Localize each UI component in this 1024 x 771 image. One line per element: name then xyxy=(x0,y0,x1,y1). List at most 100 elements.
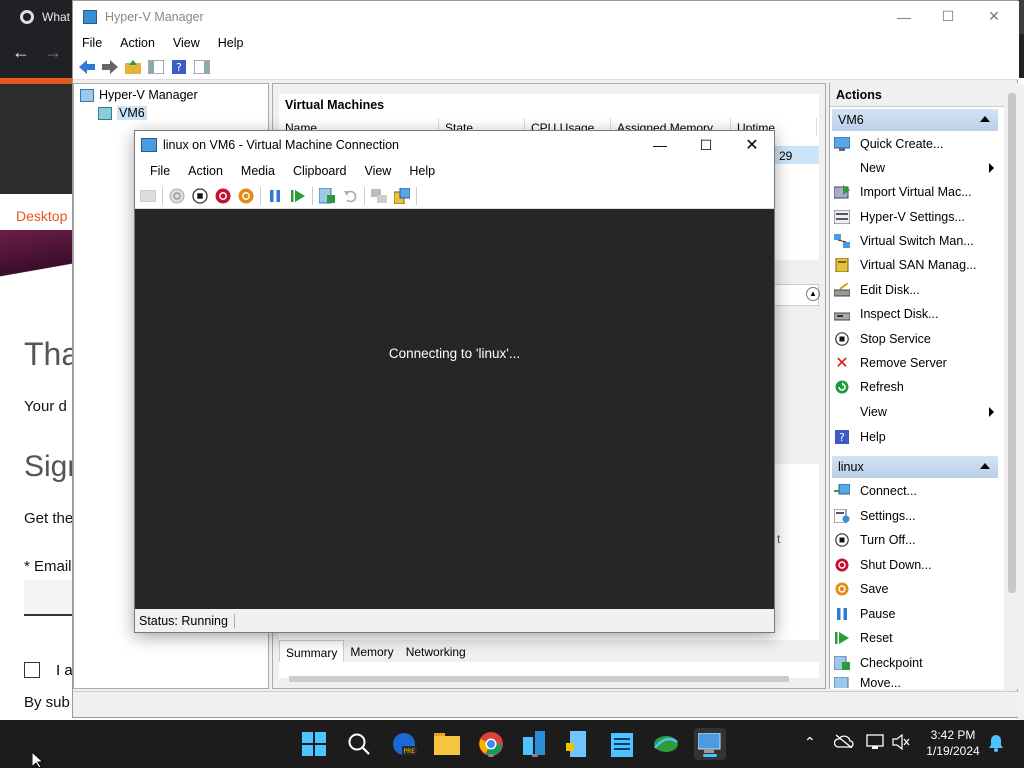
forward-arrow-icon[interactable]: → xyxy=(44,42,62,63)
action-label: Reset xyxy=(860,631,893,645)
share-icon[interactable] xyxy=(393,187,411,205)
details-scrollbar[interactable] xyxy=(289,676,789,682)
vmc-menu-help[interactable]: Help xyxy=(400,164,444,178)
vm-display[interactable]: Connecting to 'linux'... xyxy=(135,209,774,609)
vmc-menu-action[interactable]: Action xyxy=(179,164,232,178)
vmc-minimize-button[interactable]: — xyxy=(637,131,683,159)
notepad-button[interactable] xyxy=(606,728,638,760)
notification-bell-icon[interactable] xyxy=(988,734,1004,755)
actions-group-linux[interactable]: linux xyxy=(832,456,998,478)
action-inspect-disk[interactable]: Inspect Disk... xyxy=(834,303,1000,325)
action-label: Pause xyxy=(860,607,896,621)
action-new[interactable]: New xyxy=(834,157,1000,179)
app-server-manager-button[interactable] xyxy=(562,728,594,760)
checkpoint-icon[interactable] xyxy=(318,187,336,205)
save-icon[interactable] xyxy=(237,187,255,205)
hyperv-manager-button[interactable] xyxy=(694,728,726,760)
edge-beta-button[interactable]: PRE xyxy=(388,728,420,760)
network-monitor-icon[interactable] xyxy=(866,734,886,753)
browser-tab[interactable]: What xyxy=(0,0,72,34)
action-label: Edit Disk... xyxy=(860,283,920,297)
chrome-button[interactable] xyxy=(475,728,507,760)
vmc-close-button[interactable]: ✕ xyxy=(729,131,775,159)
action-checkpoint[interactable]: Checkpoint xyxy=(834,652,1000,674)
menu-action[interactable]: Action xyxy=(111,36,164,50)
details-tabs: Summary Memory Networking xyxy=(279,640,819,662)
shut-down-icon[interactable] xyxy=(214,187,232,205)
help-icon[interactable]: ? xyxy=(169,57,188,76)
action-stop-service[interactable]: Stop Service xyxy=(834,328,1000,350)
scroll-thumb[interactable] xyxy=(1008,93,1016,593)
action-save[interactable]: Save xyxy=(834,578,1000,600)
start-button[interactable] xyxy=(298,728,330,760)
back-arrow-icon[interactable]: ← xyxy=(12,42,30,63)
app-network-button[interactable] xyxy=(650,728,682,760)
forward-arrow-icon[interactable] xyxy=(100,57,119,76)
tab-summary[interactable]: Summary xyxy=(279,640,345,662)
volume-muted-icon[interactable] xyxy=(892,733,910,753)
action-label: Refresh xyxy=(860,380,904,394)
collapse-icon[interactable]: ▲ xyxy=(806,287,820,301)
vmc-menu-media[interactable]: Media xyxy=(232,164,284,178)
ctrl-alt-del-icon[interactable] xyxy=(139,187,157,205)
action-remove-server[interactable]: ✕ Remove Server xyxy=(834,352,1000,374)
start-icon[interactable] xyxy=(168,187,186,205)
maximize-button[interactable]: ☐ xyxy=(925,1,971,32)
action-import-vm[interactable]: Import Virtual Mac... xyxy=(834,181,1000,203)
action-connect[interactable]: Connect... xyxy=(834,480,1000,502)
vmc-menu-view[interactable]: View xyxy=(355,164,400,178)
action-move[interactable]: Move... xyxy=(834,676,1000,688)
up-folder-icon[interactable] xyxy=(123,57,142,76)
show-hide-action-pane-icon[interactable] xyxy=(192,57,211,76)
turn-off-icon[interactable] xyxy=(191,187,209,205)
enhanced-session-icon[interactable] xyxy=(370,187,388,205)
menu-view[interactable]: View xyxy=(164,36,209,50)
back-arrow-icon[interactable] xyxy=(77,57,96,76)
vmc-maximize-button[interactable]: ☐ xyxy=(683,131,729,159)
revert-icon[interactable] xyxy=(341,187,359,205)
show-hidden-icons-chevron-up-icon[interactable]: ⌃ xyxy=(804,734,816,751)
file-explorer-button[interactable] xyxy=(431,728,463,760)
consent-checkbox[interactable] xyxy=(24,662,40,678)
email-field[interactable] xyxy=(24,580,72,616)
minimize-button[interactable]: — xyxy=(881,1,927,32)
cloud-offline-icon[interactable] xyxy=(833,734,854,751)
action-virtual-switch-manager[interactable]: Virtual Switch Man... xyxy=(834,230,1000,252)
vmc-menu-file[interactable]: File xyxy=(141,164,179,178)
actions-scrollbar[interactable] xyxy=(1004,83,1020,689)
action-refresh[interactable]: Refresh xyxy=(834,376,1000,398)
action-label: Turn Off... xyxy=(860,533,916,547)
action-turn-off[interactable]: Turn Off... xyxy=(834,529,1000,551)
menu-help[interactable]: Help xyxy=(209,36,253,50)
details-partial-text: t xyxy=(777,532,781,546)
action-hyperv-settings[interactable]: Hyper-V Settings... xyxy=(834,206,1000,228)
show-hide-tree-icon[interactable] xyxy=(146,57,165,76)
action-virtual-san-manager[interactable]: Virtual SAN Manag... xyxy=(834,254,1000,276)
desktop-link[interactable]: Desktop xyxy=(0,200,72,230)
reset-icon[interactable] xyxy=(289,187,307,205)
action-shut-down[interactable]: Shut Down... xyxy=(834,554,1000,576)
tab-memory[interactable]: Memory xyxy=(344,640,399,662)
action-edit-disk[interactable]: Edit Disk... xyxy=(834,279,1000,301)
mouse-cursor-icon xyxy=(31,750,45,771)
menu-file[interactable]: File xyxy=(73,36,111,50)
action-label: Remove Server xyxy=(860,356,947,370)
action-settings[interactable]: Settings... xyxy=(834,505,1000,527)
app-blue-blocks-button[interactable] xyxy=(519,728,551,760)
action-help[interactable]: ? Help xyxy=(834,426,1000,448)
close-button[interactable]: ✕ xyxy=(971,1,1017,32)
search-button[interactable] xyxy=(343,728,375,760)
hyperv-manager-icon xyxy=(80,88,94,102)
action-pause[interactable]: Pause xyxy=(834,603,1000,625)
pause-icon[interactable] xyxy=(266,187,284,205)
action-quick-create[interactable]: Quick Create... xyxy=(834,133,1000,155)
vmc-menu-clipboard[interactable]: Clipboard xyxy=(284,164,356,178)
clock[interactable]: 3:42 PM 1/19/2024 xyxy=(918,727,988,759)
action-reset[interactable]: Reset xyxy=(834,627,1000,649)
tree-item-vm6[interactable]: VM6 xyxy=(98,106,147,120)
actions-group-vm6[interactable]: VM6 xyxy=(832,109,998,131)
tree-item-hyperv-manager[interactable]: Hyper-V Manager xyxy=(80,88,198,102)
action-view[interactable]: View xyxy=(834,401,1000,423)
save-icon xyxy=(834,581,850,597)
tab-networking[interactable]: Networking xyxy=(400,640,472,662)
